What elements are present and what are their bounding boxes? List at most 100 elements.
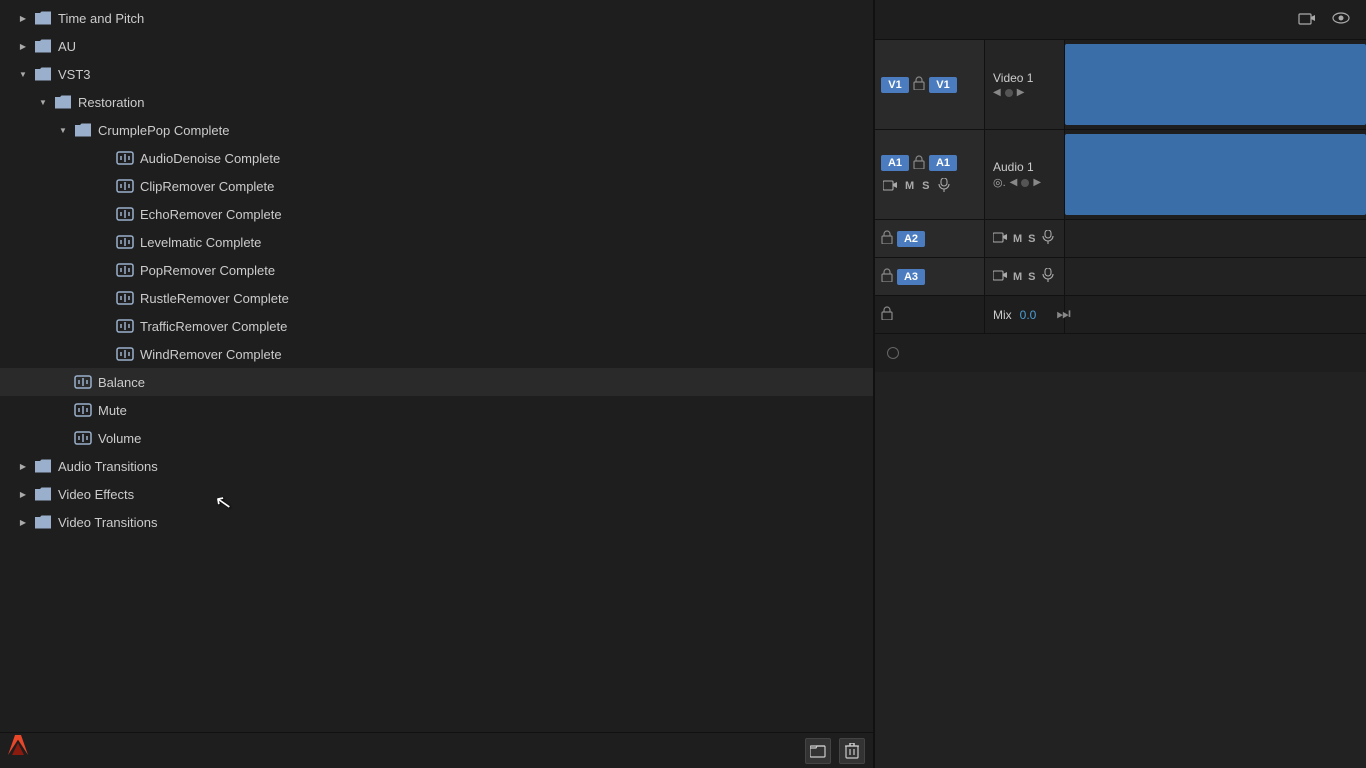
a3-track-icons: M S (993, 268, 1054, 285)
a3-controls: A3 (875, 258, 985, 295)
a2-s-button[interactable]: S (1028, 233, 1035, 245)
tree-item-label: Volume (98, 431, 141, 446)
tree-item-label: TrafficRemover Complete (140, 319, 287, 334)
chevron-right-icon (16, 515, 30, 529)
v1-name-area: Video 1 ◀ ▶ (985, 40, 1065, 129)
tree-item-popremover[interactable]: PopRemover Complete (0, 256, 873, 284)
a1-mic-icon[interactable] (938, 178, 950, 195)
track-row-a2: A2 M S (875, 220, 1366, 258)
a2-camera-icon[interactable] (993, 231, 1007, 246)
v1-controls: V1 V1 (875, 40, 985, 129)
plugin-icon (116, 151, 134, 165)
tree-item-levelmatic[interactable]: Levelmatic Complete (0, 228, 873, 256)
v1-nav-right[interactable]: ▶ (1017, 87, 1025, 98)
track-row-a1: A1 A1 M S (875, 130, 1366, 220)
tree-item-clipremover[interactable]: ClipRemover Complete (0, 172, 873, 200)
a3-s-button[interactable]: S (1028, 271, 1035, 283)
new-folder-button[interactable] (805, 738, 831, 764)
folder-icon (54, 95, 72, 109)
eye-icon[interactable] (1332, 11, 1350, 28)
tree-item-time-pitch[interactable]: Time and Pitch (0, 4, 873, 32)
tree-item-label: ClipRemover Complete (140, 179, 274, 194)
effects-bottom-toolbar (0, 732, 873, 768)
a1-inner-label[interactable]: A1 (929, 155, 957, 171)
chevron-right-icon (16, 487, 30, 501)
timeline-header (875, 0, 1366, 40)
a1-lock-icon[interactable] (913, 155, 925, 172)
chevron-down-icon (36, 95, 50, 109)
a2-controls: A2 (875, 220, 985, 257)
tree-item-audiodenoise[interactable]: AudioDenoise Complete (0, 144, 873, 172)
plugin-icon (74, 403, 92, 417)
plugin-icon (116, 263, 134, 277)
delete-button[interactable] (839, 738, 865, 764)
mix-end-button[interactable]: ⏭ (1044, 306, 1082, 324)
a1-nav-dot (1021, 179, 1029, 187)
timeline-panel: V1 V1 Video 1 ◀ ▶ (875, 0, 1366, 768)
effects-browser-panel: Time and Pitch AU VST3 Restoration (0, 0, 875, 768)
v1-label-button[interactable]: V1 (881, 77, 909, 93)
track-row-v1: V1 V1 Video 1 ◀ ▶ (875, 40, 1366, 130)
a2-name-area: M S (985, 220, 1065, 257)
a1-nav-left[interactable]: ◀ (1010, 177, 1018, 188)
plugin-icon (74, 375, 92, 389)
a1-m-button[interactable]: M (905, 180, 914, 192)
plugin-icon (116, 179, 134, 193)
a3-clip-area (1065, 258, 1366, 295)
tree-item-label: Balance (98, 375, 145, 390)
tree-item-au[interactable]: AU (0, 32, 873, 60)
adobe-logo (8, 735, 28, 760)
tree-item-vst3[interactable]: VST3 (0, 60, 873, 88)
timeline-bottom (875, 334, 1366, 372)
chevron-down-icon (56, 123, 70, 137)
folder-icon (34, 39, 52, 53)
a3-lock-icon[interactable] (881, 268, 893, 285)
tree-item-trafficremover[interactable]: TrafficRemover Complete (0, 312, 873, 340)
tree-item-rustleremover[interactable]: RustleRemover Complete (0, 284, 873, 312)
v1-lock-icon[interactable] (913, 76, 925, 93)
chevron-right-icon (16, 39, 30, 53)
tree-item-label: RustleRemover Complete (140, 291, 289, 306)
a2-m-button[interactable]: M (1013, 233, 1022, 245)
tree-item-windremover[interactable]: WindRemover Complete (0, 340, 873, 368)
tree-item-label: Mute (98, 403, 127, 418)
a1-s-button[interactable]: S (922, 180, 929, 192)
tree-item-label: EchoRemover Complete (140, 207, 282, 222)
a2-lock-icon[interactable] (881, 230, 893, 247)
v1-inner-label[interactable]: V1 (929, 77, 957, 93)
tree-item-video-transitions[interactable]: Video Transitions (0, 508, 873, 536)
tree-item-balance[interactable]: Balance (0, 368, 873, 396)
a1-name-area: Audio 1 ◎. ◀ ▶ (985, 130, 1065, 219)
tree-item-volume[interactable]: Volume (0, 424, 873, 452)
tree-item-mute[interactable]: Mute (0, 396, 873, 424)
a2-track-icons: M S (993, 230, 1054, 247)
a1-nav-right[interactable]: ▶ (1033, 177, 1041, 188)
folder-icon (34, 11, 52, 25)
a1-camera-icon[interactable] (883, 179, 897, 194)
v1-clip[interactable] (1065, 44, 1366, 125)
tree-item-echoremover[interactable]: EchoRemover Complete (0, 200, 873, 228)
tree-item-label: WindRemover Complete (140, 347, 282, 362)
mix-lock-icon[interactable] (881, 306, 893, 323)
a3-label-button[interactable]: A3 (897, 269, 925, 285)
a1-clip[interactable] (1065, 134, 1366, 215)
camera-icon[interactable] (1298, 11, 1316, 28)
v1-nav: ◀ ▶ (993, 87, 1056, 98)
tree-item-audio-transitions[interactable]: Audio Transitions (0, 452, 873, 480)
a1-label-button[interactable]: A1 (881, 155, 909, 171)
a1-volume-knob[interactable]: ◎. (993, 176, 1006, 189)
a3-mic-icon[interactable] (1042, 268, 1054, 285)
a2-mic-icon[interactable] (1042, 230, 1054, 247)
tree-item-label: Restoration (78, 95, 144, 110)
mix-controls (875, 296, 985, 333)
tree-item-video-effects[interactable]: Video Effects (0, 480, 873, 508)
folder-icon (34, 67, 52, 81)
tree-item-label: VST3 (58, 67, 91, 82)
a3-camera-icon[interactable] (993, 269, 1007, 284)
a3-m-button[interactable]: M (1013, 271, 1022, 283)
tree-item-restoration[interactable]: Restoration (0, 88, 873, 116)
a2-label-button[interactable]: A2 (897, 231, 925, 247)
v1-nav-left[interactable]: ◀ (993, 87, 1001, 98)
tree-item-label: PopRemover Complete (140, 263, 275, 278)
tree-item-crumplepop[interactable]: CrumplePop Complete (0, 116, 873, 144)
